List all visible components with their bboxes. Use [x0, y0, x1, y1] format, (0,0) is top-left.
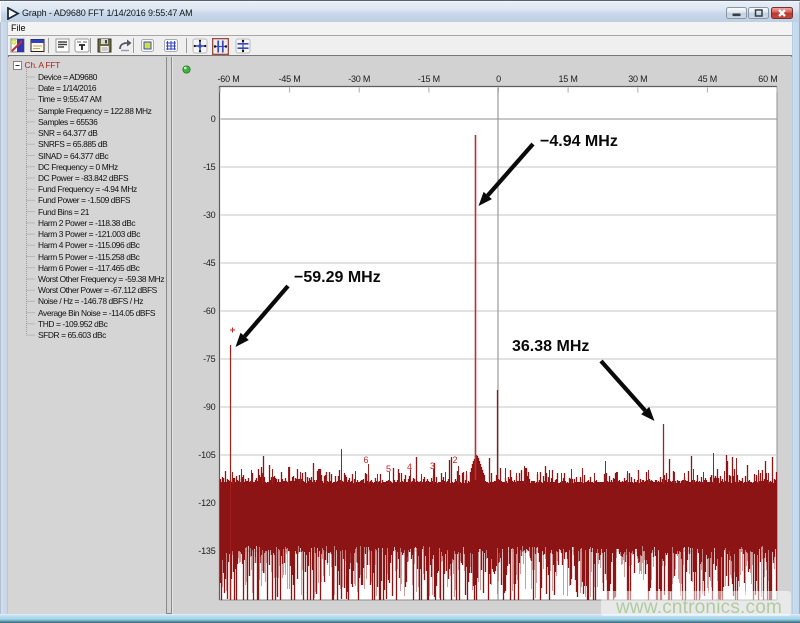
- svg-text:45 M: 45 M: [698, 74, 717, 84]
- svg-text:-45: -45: [203, 258, 216, 268]
- svg-text:-60 M: -60 M: [218, 74, 240, 84]
- svg-text:−59.29 MHz: −59.29 MHz: [294, 269, 381, 286]
- svg-text:-120: -120: [198, 498, 215, 508]
- svg-text:0: 0: [211, 114, 216, 124]
- svg-text:-30 M: -30 M: [348, 74, 370, 84]
- svg-text:-90: -90: [203, 402, 216, 412]
- svg-text:-15 M: -15 M: [418, 74, 440, 84]
- svg-text:60 M: 60 M: [758, 74, 777, 84]
- svg-text:30 M: 30 M: [628, 74, 647, 84]
- svg-text:-60: -60: [203, 306, 216, 316]
- svg-text:6: 6: [364, 455, 369, 465]
- svg-text:-15: -15: [203, 162, 216, 172]
- svg-text:-75: -75: [203, 354, 216, 364]
- svg-text:15 M: 15 M: [558, 74, 577, 84]
- svg-text:5: 5: [386, 464, 391, 474]
- svg-text:-135: -135: [198, 546, 215, 556]
- svg-text:2: 2: [453, 455, 458, 465]
- svg-text:-105: -105: [198, 450, 215, 460]
- svg-text:0: 0: [496, 74, 501, 84]
- svg-text:−4.94 MHz: −4.94 MHz: [540, 133, 618, 150]
- svg-text:3: 3: [430, 461, 435, 471]
- svg-text:4: 4: [407, 462, 412, 472]
- svg-text:-45 M: -45 M: [279, 74, 301, 84]
- svg-text:-30: -30: [203, 210, 216, 220]
- svg-text:36.38 MHz: 36.38 MHz: [512, 338, 589, 355]
